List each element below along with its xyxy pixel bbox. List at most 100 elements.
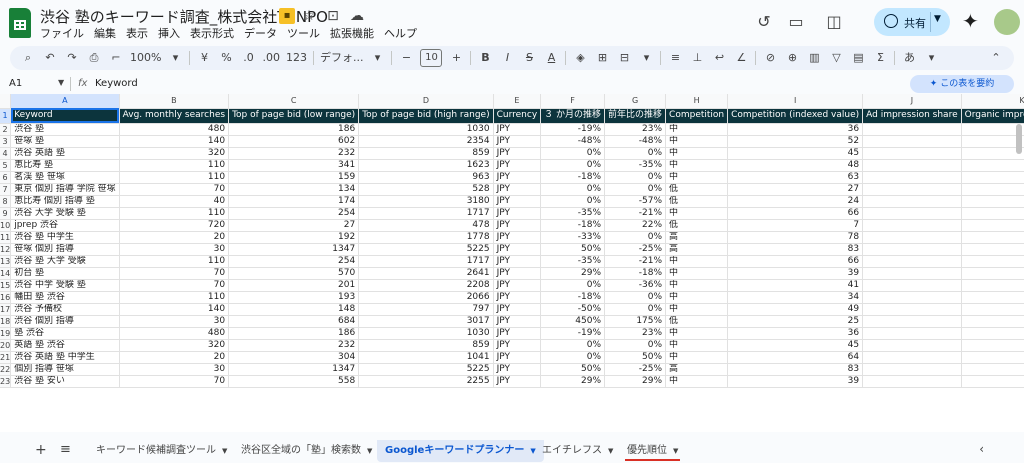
cell[interactable]: 52: [727, 135, 864, 148]
row-number[interactable]: 6: [0, 171, 12, 184]
row-number[interactable]: 16: [0, 291, 12, 304]
cell[interactable]: 148: [228, 303, 360, 316]
cell[interactable]: 27: [727, 183, 864, 196]
cell[interactable]: 39: [727, 267, 864, 280]
cell[interactable]: 63: [727, 171, 864, 184]
cell[interactable]: 中: [665, 279, 729, 292]
text-color-button[interactable]: A: [543, 48, 559, 68]
column-header[interactable]: A: [10, 94, 120, 109]
formula-input[interactable]: Keyword: [95, 78, 138, 89]
cell[interactable]: 個別 指導 笹塚: [10, 363, 120, 376]
cell[interactable]: [862, 135, 962, 148]
cell[interactable]: 1347: [228, 243, 360, 256]
cell[interactable]: [961, 147, 1024, 160]
cell[interactable]: 23%: [604, 327, 667, 340]
cell[interactable]: JPY: [493, 339, 542, 352]
cell[interactable]: -21%: [604, 255, 667, 268]
cell[interactable]: [961, 219, 1024, 232]
percent-button[interactable]: %: [218, 48, 234, 68]
cell[interactable]: 渋谷 予備校: [10, 303, 120, 316]
cell[interactable]: 渋谷 中学 受験 塾: [10, 279, 120, 292]
strikethrough-button[interactable]: S: [521, 48, 537, 68]
tab-google-keyword-planner[interactable]: Googleキーワードプランナー ▼: [377, 440, 544, 462]
row-number[interactable]: 8: [0, 195, 12, 208]
cell[interactable]: [961, 327, 1024, 340]
header-cell[interactable]: ３ か月の推移: [540, 108, 606, 124]
cell[interactable]: -33%: [540, 231, 606, 244]
cell-table[interactable]: ABCDEFGHIJKLMN 1KeywordAvg. monthly sear…: [0, 94, 1024, 388]
header-cell[interactable]: Competition (indexed value): [727, 108, 864, 124]
cell[interactable]: 50%: [540, 363, 606, 376]
cell[interactable]: 高: [665, 363, 729, 376]
cell[interactable]: 45: [727, 147, 864, 160]
cell[interactable]: -35%: [540, 207, 606, 220]
cell[interactable]: 201: [228, 279, 360, 292]
zoom-select[interactable]: 100%: [130, 48, 161, 68]
cell[interactable]: 175%: [604, 315, 667, 328]
cell[interactable]: 254: [228, 255, 360, 268]
cell[interactable]: 0%: [540, 279, 606, 292]
row-number[interactable]: 19: [0, 327, 12, 340]
cell[interactable]: [862, 159, 962, 172]
cell[interactable]: 中: [665, 375, 729, 388]
menu-format[interactable]: 表示形式: [190, 25, 234, 41]
cell[interactable]: 1347: [228, 363, 360, 376]
cell[interactable]: -18%: [540, 219, 606, 232]
cell[interactable]: 140: [119, 135, 230, 148]
cell[interactable]: 0%: [604, 171, 667, 184]
cell[interactable]: 1041: [358, 351, 494, 364]
cell[interactable]: JPY: [493, 303, 542, 316]
row-number[interactable]: 10: [0, 219, 12, 232]
redo-icon[interactable]: ↷: [64, 48, 80, 68]
cell[interactable]: -57%: [604, 195, 667, 208]
cell[interactable]: [862, 327, 962, 340]
decrease-decimal-button[interactable]: .0: [240, 48, 256, 68]
cell[interactable]: [961, 195, 1024, 208]
cell[interactable]: 高: [665, 243, 729, 256]
cell[interactable]: 232: [228, 147, 360, 160]
cell[interactable]: 1717: [358, 255, 494, 268]
font-size-input[interactable]: 10: [420, 49, 443, 67]
cell[interactable]: 48: [727, 159, 864, 172]
chevron-down-icon[interactable]: ▼: [608, 447, 613, 455]
row-number[interactable]: 14: [0, 267, 12, 280]
menu-file[interactable]: ファイル: [40, 25, 84, 41]
menu-insert[interactable]: 挿入: [158, 25, 180, 41]
row-number[interactable]: 21: [0, 351, 12, 364]
cell[interactable]: -25%: [604, 243, 667, 256]
cell[interactable]: [862, 195, 962, 208]
cell[interactable]: 0%: [604, 339, 667, 352]
row-number[interactable]: 13: [0, 255, 12, 268]
chevron-down-icon[interactable]: ▼: [934, 14, 941, 24]
cell[interactable]: 低: [665, 195, 729, 208]
row-number[interactable]: 4: [0, 147, 12, 160]
cell[interactable]: 中: [665, 339, 729, 352]
merge-cells-icon[interactable]: ⊟: [616, 48, 632, 68]
cell[interactable]: JPY: [493, 159, 542, 172]
cell[interactable]: [961, 135, 1024, 148]
cell[interactable]: 3017: [358, 315, 494, 328]
cell[interactable]: JPY: [493, 291, 542, 304]
cell[interactable]: [862, 219, 962, 232]
paint-format-icon[interactable]: ⌐: [108, 48, 124, 68]
menu-tools[interactable]: ツール: [287, 25, 320, 41]
cell[interactable]: [862, 147, 962, 160]
cell[interactable]: 渋谷 塾 安い: [10, 375, 120, 388]
cell[interactable]: 859: [358, 339, 494, 352]
cell[interactable]: 中: [665, 303, 729, 316]
row-number[interactable]: 5: [0, 159, 12, 172]
cell[interactable]: -18%: [604, 267, 667, 280]
cell[interactable]: 174: [228, 195, 360, 208]
row-number[interactable]: 17: [0, 303, 12, 316]
row-number[interactable]: 23: [0, 375, 12, 388]
column-header[interactable]: F: [540, 94, 606, 109]
font-size-decrease-button[interactable]: −: [398, 48, 414, 68]
cell[interactable]: 中: [665, 135, 729, 148]
cell[interactable]: 110: [119, 291, 230, 304]
cell[interactable]: 0%: [540, 147, 606, 160]
chevron-down-icon[interactable]: ▼: [58, 78, 64, 87]
cell[interactable]: [862, 123, 962, 136]
cell[interactable]: JPY: [493, 171, 542, 184]
cell[interactable]: [862, 339, 962, 352]
cell[interactable]: 20: [119, 351, 230, 364]
